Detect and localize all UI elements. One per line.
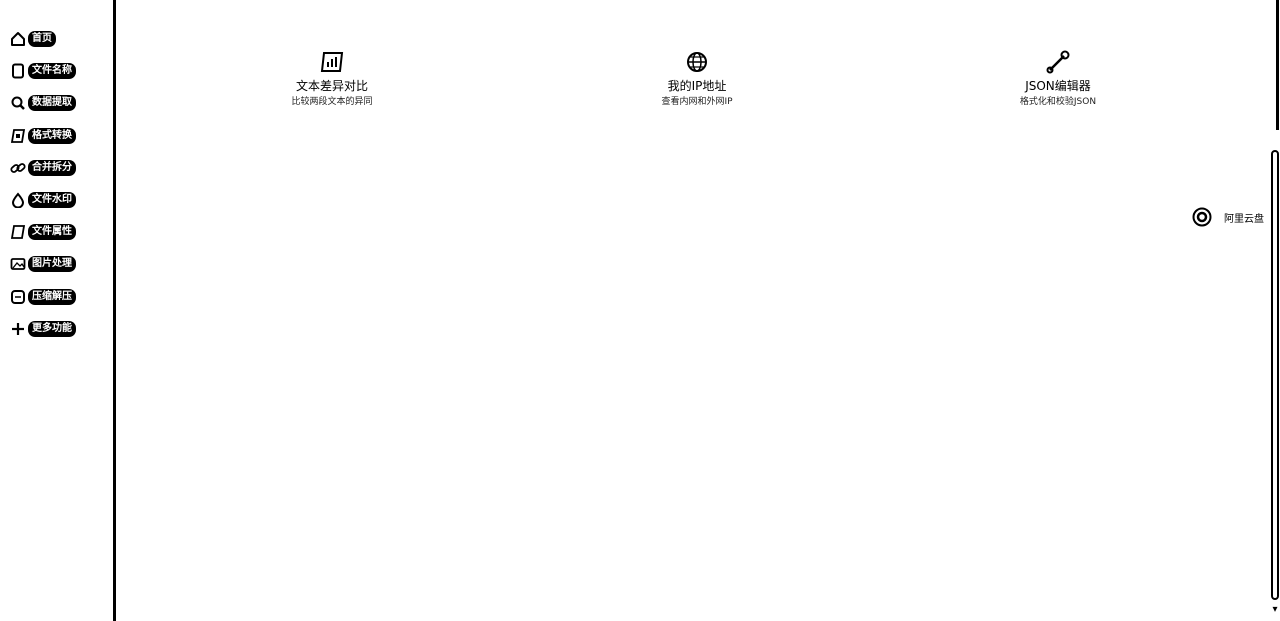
sidebar-item-home[interactable]: 首页: [10, 28, 76, 50]
sidebar-item-file-properties[interactable]: 文件属性: [10, 221, 76, 243]
search-icon: [10, 95, 26, 111]
sidebar-item-image-processing[interactable]: 图片处理: [10, 253, 76, 275]
archive-icon: [10, 289, 26, 305]
sidebar-item-watermark[interactable]: 文件水印: [10, 189, 76, 211]
tool-description: 查看内网和外网IP: [661, 97, 733, 107]
sidebar: 首页 文件名称 数据提取 格式转换 合并拆分 文件水印 文件属性 图片处理 压缩…: [0, 0, 116, 621]
cloud-drive-button[interactable]: 阿里云盘: [1188, 205, 1274, 229]
sidebar-item-more[interactable]: 更多功能: [10, 318, 76, 340]
tool-description: 比较两段文本的异同: [291, 97, 373, 107]
document-icon: [10, 224, 26, 240]
scrollbar-track[interactable]: [1276, 0, 1279, 130]
sidebar-menu: 首页 文件名称 数据提取 格式转换 合并拆分 文件水印 文件属性 图片处理 压缩…: [10, 28, 76, 350]
sidebar-item-label: 合并拆分: [28, 159, 76, 176]
chart-icon: [222, 50, 442, 74]
home-icon: [10, 31, 26, 47]
drop-icon: [10, 192, 26, 208]
file-icon: [10, 63, 26, 79]
tool-title: JSON编辑器: [1025, 79, 1091, 93]
sidebar-item-label: 数据提取: [28, 95, 76, 112]
sidebar-item-file-name[interactable]: 文件名称: [10, 60, 76, 82]
cloud-drive-label: 阿里云盘: [1224, 213, 1264, 225]
cloud-drive-icon: [1192, 207, 1212, 227]
link-icon: [10, 160, 26, 176]
tool-card-my-ip[interactable]: 我的IP地址 查看内网和外网IP: [587, 50, 807, 108]
scrollbar-thumb[interactable]: [1271, 150, 1279, 600]
app-window: 首页 文件名称 数据提取 格式转换 合并拆分 文件水印 文件属性 图片处理 压缩…: [0, 0, 1280, 621]
image-icon: [10, 256, 26, 272]
tool-description: 格式化和校验JSON: [1019, 97, 1097, 107]
sidebar-item-label: 格式转换: [28, 127, 76, 144]
tool-card-json-editor[interactable]: JSON编辑器 格式化和校验JSON: [948, 50, 1168, 108]
sidebar-item-merge-split[interactable]: 合并拆分: [10, 157, 76, 179]
sidebar-item-label: 文件属性: [28, 224, 76, 241]
sidebar-item-compress[interactable]: 压缩解压: [10, 286, 76, 308]
sidebar-item-label: 压缩解压: [28, 288, 76, 305]
sidebar-item-label: 文件名称: [28, 63, 76, 80]
tool-title: 文本差异对比: [295, 79, 368, 93]
tool-title: 我的IP地址: [667, 79, 727, 93]
convert-icon: [10, 128, 26, 144]
tool-card-text-diff[interactable]: 文本差异对比 比较两段文本的异同: [222, 50, 442, 108]
sidebar-item-format-convert[interactable]: 格式转换: [10, 125, 76, 147]
sidebar-item-label: 文件水印: [28, 191, 76, 208]
scroll-down-arrow-icon[interactable]: ▾: [1270, 603, 1280, 617]
plus-icon: [10, 321, 26, 337]
wrench-icon: [948, 50, 1168, 74]
sidebar-item-label: 图片处理: [28, 256, 76, 273]
sidebar-item-label: 更多功能: [28, 320, 76, 337]
sidebar-item-data-extract[interactable]: 数据提取: [10, 92, 76, 114]
globe-icon: [587, 50, 807, 74]
sidebar-item-label: 首页: [28, 31, 56, 47]
main-content: 文本差异对比 比较两段文本的异同 我的IP地址 查看内网和外网IP JSON编辑…: [119, 0, 1268, 621]
